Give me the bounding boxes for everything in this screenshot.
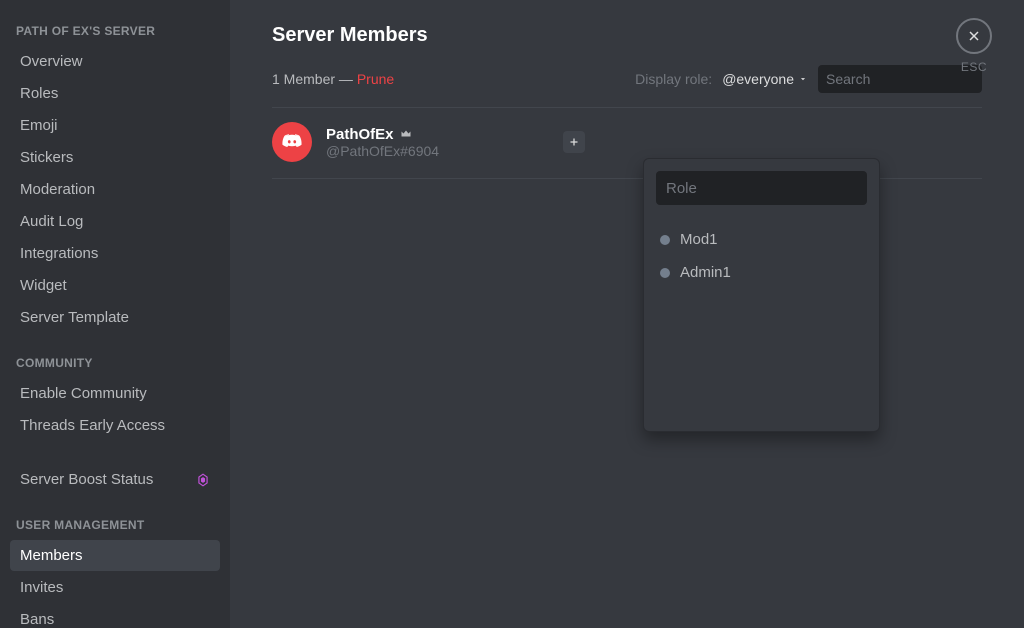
sidebar-item-audit-log[interactable]: Audit Log bbox=[10, 206, 220, 237]
settings-sidebar: PATH OF EX'S SERVER Overview Roles Emoji… bbox=[0, 0, 230, 628]
role-option-mod1[interactable]: Mod1 bbox=[656, 219, 867, 252]
esc-label: ESC bbox=[961, 60, 987, 74]
owner-crown-icon bbox=[400, 128, 412, 140]
sidebar-heading-user-management: USER MANAGEMENT bbox=[10, 518, 220, 540]
close-icon bbox=[966, 28, 982, 44]
display-role-dropdown[interactable]: @everyone bbox=[722, 71, 808, 87]
sidebar-item-invites[interactable]: Invites bbox=[10, 572, 220, 603]
sidebar-item-server-template[interactable]: Server Template bbox=[10, 302, 220, 333]
sidebar-item-stickers[interactable]: Stickers bbox=[10, 142, 220, 173]
sidebar-item-roles[interactable]: Roles bbox=[10, 78, 220, 109]
member-count: 1 Member — Prune bbox=[272, 71, 394, 87]
page-title: Server Members bbox=[272, 24, 982, 47]
sidebar-item-threads-early-access[interactable]: Threads Early Access bbox=[10, 410, 220, 441]
role-color-dot bbox=[660, 268, 670, 278]
boost-icon bbox=[196, 473, 210, 487]
add-role-button[interactable] bbox=[563, 131, 585, 153]
member-row: PathOfEx @PathOfEx#6904 bbox=[272, 122, 982, 162]
discord-logo-icon bbox=[281, 131, 303, 153]
prune-link[interactable]: Prune bbox=[357, 71, 394, 87]
sidebar-item-overview[interactable]: Overview bbox=[10, 46, 220, 77]
chevron-down-icon bbox=[798, 74, 808, 84]
sidebar-item-members[interactable]: Members bbox=[10, 540, 220, 571]
sidebar-item-server-boost-status[interactable]: Server Boost Status bbox=[10, 464, 220, 495]
display-role-label: Display role: bbox=[635, 71, 712, 87]
plus-icon bbox=[568, 136, 580, 148]
sidebar-heading-server: PATH OF EX'S SERVER bbox=[10, 24, 220, 46]
close-button[interactable] bbox=[956, 18, 992, 54]
sidebar-item-moderation[interactable]: Moderation bbox=[10, 174, 220, 205]
main-content: Server Members 1 Member — Prune Display … bbox=[230, 0, 1024, 628]
avatar[interactable] bbox=[272, 122, 312, 162]
member-tag: @PathOfEx#6904 bbox=[326, 143, 439, 159]
sidebar-item-bans[interactable]: Bans bbox=[10, 604, 220, 628]
role-option-admin1[interactable]: Admin1 bbox=[656, 252, 867, 285]
sidebar-item-widget[interactable]: Widget bbox=[10, 270, 220, 301]
role-picker-popover: Mod1 Admin1 bbox=[643, 158, 880, 432]
divider bbox=[272, 107, 982, 108]
role-color-dot bbox=[660, 235, 670, 245]
member-name: PathOfEx bbox=[326, 126, 394, 143]
sidebar-item-enable-community[interactable]: Enable Community bbox=[10, 378, 220, 409]
sidebar-item-integrations[interactable]: Integrations bbox=[10, 238, 220, 269]
role-search-input[interactable] bbox=[666, 180, 865, 197]
sidebar-heading-community: COMMUNITY bbox=[10, 356, 220, 378]
sidebar-item-emoji[interactable]: Emoji bbox=[10, 110, 220, 141]
role-search-box[interactable] bbox=[656, 171, 867, 205]
